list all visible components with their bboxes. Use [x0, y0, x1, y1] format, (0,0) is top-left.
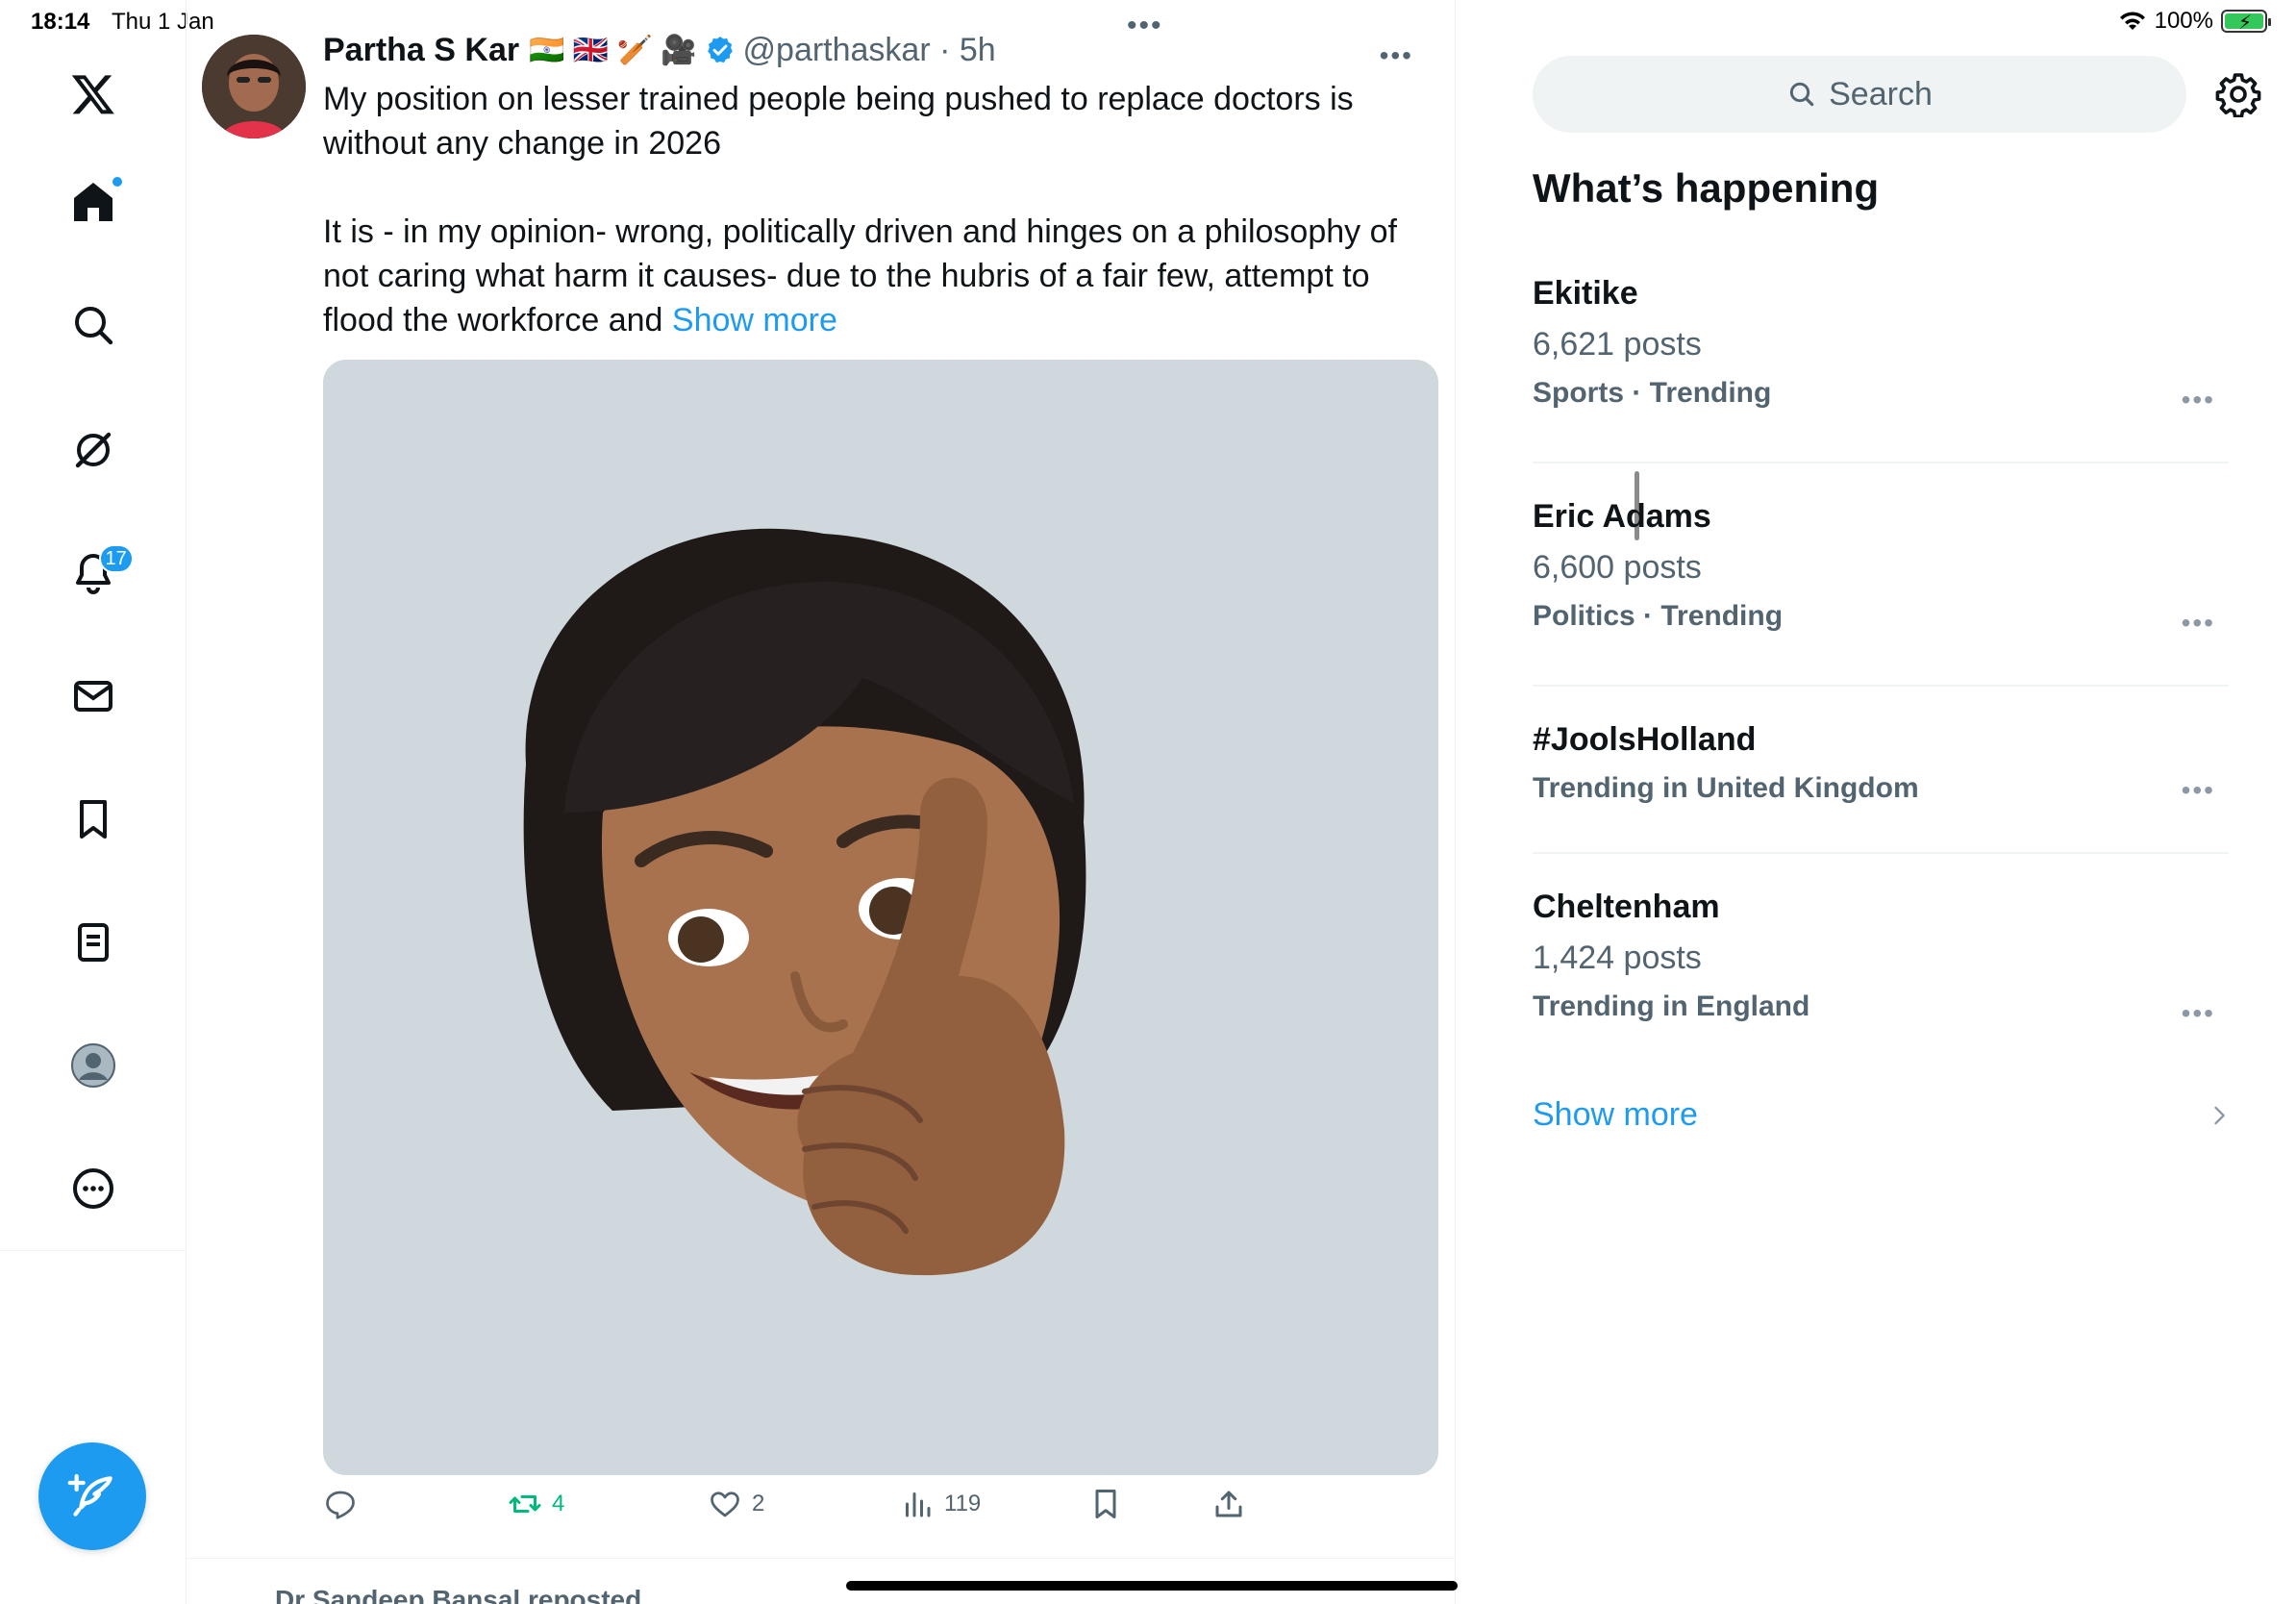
trend-category: Sports · Trending	[1533, 377, 1772, 409]
retweet-count: 4	[552, 1491, 565, 1516]
nav-divider	[0, 1250, 187, 1251]
trend-divider	[1533, 852, 2229, 854]
nav-lists[interactable]	[55, 904, 132, 981]
tweet-text-2-body: It is - in my opinion- wrong, politicall…	[323, 213, 1407, 338]
trend-divider	[1533, 685, 2229, 687]
share-icon	[1215, 1491, 1242, 1517]
search-placeholder: Search	[1829, 75, 1933, 113]
list-icon	[77, 923, 109, 962]
tweet-more-icon[interactable]: •••	[1380, 40, 1413, 71]
author-photo	[202, 35, 306, 138]
trend-item[interactable]: Eric Adams 6,600 posts Politics · Trendi…	[1533, 498, 2229, 638]
tweet-actions: 4 2 119	[323, 1487, 1285, 1535]
verified-badge-icon[interactable]	[705, 35, 736, 65]
views-button[interactable]: 119	[900, 1487, 981, 1521]
reply-button[interactable]	[323, 1487, 358, 1521]
mail-icon	[73, 681, 112, 712]
heart-icon	[711, 1491, 739, 1517]
trend-category: Trending in United Kingdom	[1533, 772, 1919, 804]
chevron-right-icon[interactable]	[2206, 1102, 2233, 1129]
bookmark-icon	[79, 800, 107, 839]
trend-more-icon[interactable]: •••	[2182, 385, 2215, 415]
more-circle-icon	[72, 1168, 113, 1209]
tweet-text-2: It is - in my opinion- wrong, politicall…	[323, 210, 1438, 342]
trend-name: Ekitike	[1533, 275, 1638, 312]
like-button[interactable]: 2	[708, 1487, 764, 1521]
tweet-show-more-link[interactable]: Show more	[672, 302, 837, 338]
tweet-separator	[187, 1558, 1456, 1559]
bookmark-button[interactable]	[1088, 1487, 1123, 1521]
trend-name: Eric Adams	[1533, 498, 1711, 535]
bookmark-icon	[1095, 1490, 1116, 1518]
search-icon	[1789, 82, 1814, 107]
trend-category: Trending in England	[1533, 990, 1810, 1022]
home-new-dot	[110, 175, 124, 188]
nav-messages[interactable]	[55, 658, 132, 735]
trend-category: Politics · Trending	[1533, 600, 1784, 632]
nav-more[interactable]	[55, 1150, 132, 1227]
nav-explore[interactable]	[55, 287, 132, 363]
retweet-icon	[509, 1495, 541, 1513]
view-count: 119	[944, 1491, 982, 1516]
trend-count: 6,600 posts	[1533, 549, 1702, 586]
whats-happening-title: What’s happening	[1533, 165, 1880, 211]
nav-grok[interactable]	[55, 412, 132, 489]
author-name[interactable]: Partha S Kar	[323, 32, 519, 69]
analytics-icon	[906, 1492, 931, 1517]
trends-show-more-link[interactable]: Show more	[1533, 1096, 1698, 1134]
retweet-button[interactable]: 4	[508, 1487, 564, 1521]
memoji-thumbs-up-image	[324, 361, 1437, 1474]
author-handle-time[interactable]: @parthaskar · 5h	[743, 32, 996, 69]
timeline: ••• Partha S Kar 🇮🇳 🇬🇧 🏏 🎥 @parthaskar ·…	[187, 0, 1639, 1604]
nav-notifications[interactable]: 17	[55, 535, 134, 612]
trend-more-icon[interactable]: •••	[2182, 775, 2215, 806]
profile-avatar-icon	[70, 1043, 115, 1088]
compose-post-button[interactable]	[38, 1442, 146, 1550]
home-indicator[interactable]	[846, 1581, 1458, 1591]
trend-item[interactable]: Cheltenham 1,424 posts Trending in Engla…	[1533, 889, 2229, 1028]
trend-item[interactable]: #JoolsHolland Trending in United Kingdom…	[1533, 721, 2229, 805]
reply-icon	[326, 1491, 355, 1519]
trend-name: Cheltenham	[1533, 889, 1720, 925]
gear-icon[interactable]	[2215, 71, 2261, 117]
trend-more-icon[interactable]: •••	[2182, 608, 2215, 639]
nav-bookmarks[interactable]	[55, 781, 132, 858]
nav-profile[interactable]	[55, 1027, 132, 1104]
tweet-text-1: My position on lesser trained people bei…	[323, 81, 1363, 162]
author-emojis: 🇮🇳 🇬🇧 🏏 🎥	[529, 34, 697, 66]
tweet-image[interactable]	[323, 360, 1438, 1475]
x-logo-icon[interactable]	[55, 56, 132, 133]
grok-icon	[75, 432, 111, 468]
compose-feather-icon	[67, 1473, 112, 1516]
nav-home[interactable]	[55, 163, 132, 240]
tweet-content: Partha S Kar 🇮🇳 🇬🇧 🏏 🎥 @parthaskar · 5h …	[323, 27, 1438, 342]
search-input[interactable]: Search	[1533, 56, 2186, 133]
trend-item[interactable]: Ekitike 6,621 posts Sports · Trending ••…	[1533, 275, 2229, 414]
next-tweet-repost-label[interactable]: Dr Sandeep Bansal reposted	[275, 1585, 641, 1604]
right-sidebar: Search What’s happening Ekitike 6,621 po…	[1533, 0, 2296, 1604]
search-icon	[74, 307, 112, 345]
trend-name: #JoolsHolland	[1533, 721, 1757, 758]
trend-count: 1,424 posts	[1533, 940, 1702, 976]
share-button[interactable]	[1211, 1487, 1246, 1521]
tweet-header: Partha S Kar 🇮🇳 🇬🇧 🏏 🎥 @parthaskar · 5h	[323, 27, 1438, 73]
trend-more-icon[interactable]: •••	[2182, 998, 2215, 1029]
home-icon	[73, 183, 112, 221]
like-count: 2	[752, 1491, 765, 1516]
trend-count: 6,621 posts	[1533, 326, 1702, 363]
author-avatar[interactable]	[202, 35, 306, 138]
trend-divider	[1533, 462, 2229, 464]
left-nav: 17	[0, 0, 187, 1604]
notifications-badge: 17	[98, 544, 134, 573]
